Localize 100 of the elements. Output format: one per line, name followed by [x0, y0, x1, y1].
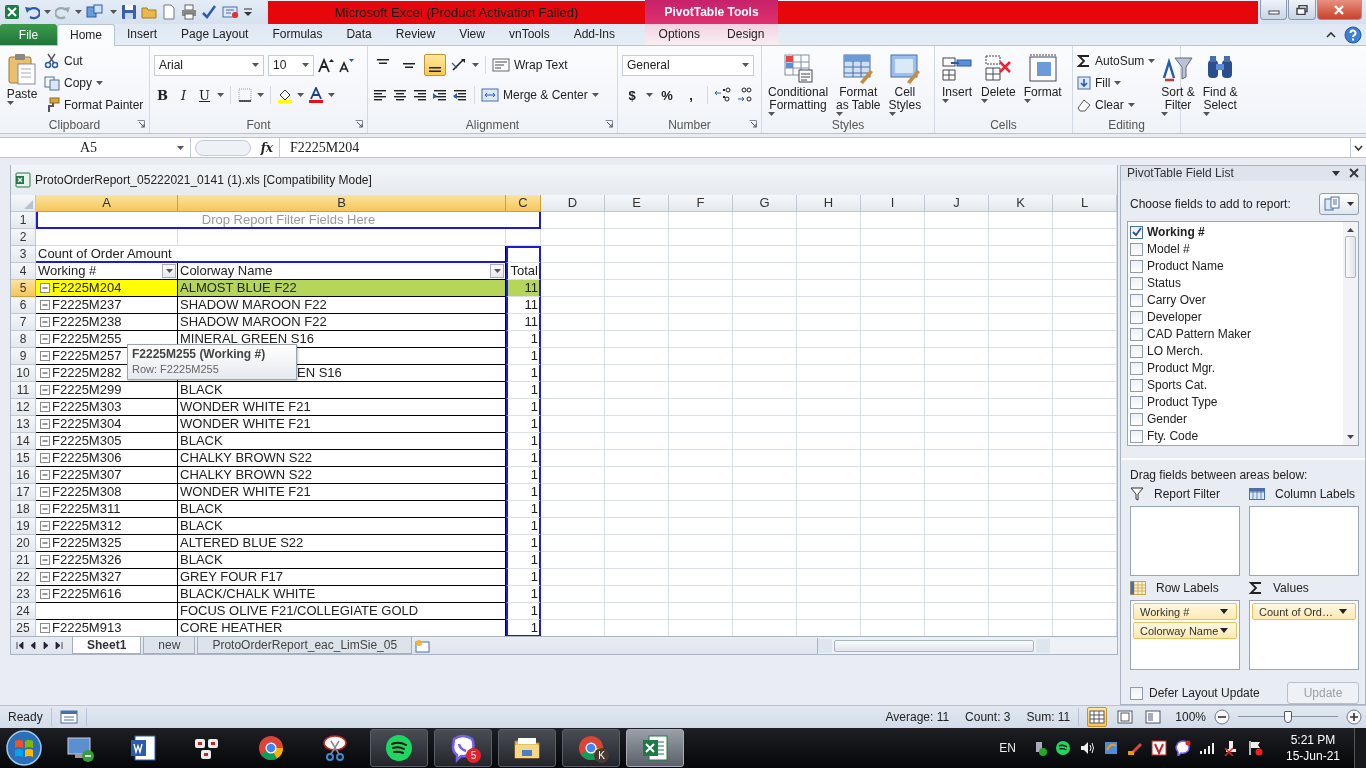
checkbox[interactable] — [1130, 378, 1143, 392]
field-item[interactable]: Carry Over — [1130, 291, 1341, 309]
pane-menu-icon[interactable] — [1331, 169, 1341, 178]
ribbon-button[interactable]: AutoSum — [1077, 52, 1156, 70]
ribbon-tab[interactable]: Formulas — [260, 24, 335, 45]
checkbox[interactable] — [1130, 686, 1143, 700]
name-box[interactable]: A5 — [0, 138, 190, 157]
slider-thumb[interactable] — [1284, 711, 1292, 723]
field-item[interactable]: Fty. Code — [1130, 427, 1341, 445]
ribbon-tab[interactable]: Page Layout — [169, 24, 261, 45]
ribbon-button[interactable]: Wrap Text — [492, 56, 568, 74]
ribbon-button[interactable]: Fill — [1077, 74, 1156, 92]
field-item[interactable]: Model # — [1130, 240, 1341, 258]
ribbon-tab[interactable]: Data — [334, 24, 384, 45]
dialog-launcher-icon[interactable] — [355, 120, 363, 128]
ribbon-button[interactable]: Sort & Filter — [1159, 50, 1197, 116]
drop-area[interactable]: Count of Ord… — [1249, 600, 1359, 670]
taskbar-button[interactable]: K — [562, 729, 620, 767]
view-button[interactable] — [1143, 707, 1164, 727]
fill-color-icon[interactable] — [277, 87, 293, 103]
zoom-level[interactable]: 100% — [1175, 710, 1206, 724]
collapse-icon[interactable] — [40, 571, 50, 582]
checkbox[interactable] — [1130, 293, 1143, 307]
percent-button[interactable]: % — [657, 87, 677, 103]
collapse-icon[interactable] — [40, 401, 50, 412]
view-button[interactable] — [1087, 707, 1108, 727]
restore-button[interactable] — [1288, 0, 1316, 20]
ribbon-tab[interactable]: vnTools — [496, 24, 562, 45]
next-sheet-icon[interactable] — [41, 641, 51, 650]
ribbon-button[interactable]: Merge & Center — [481, 86, 599, 104]
file-tab[interactable]: File — [0, 24, 57, 45]
dialog-launcher-icon[interactable] — [137, 120, 145, 128]
collapse-ribbon-icon[interactable] — [1326, 31, 1336, 38]
grow-font-icon[interactable] — [318, 57, 334, 73]
previous-sheet-icon[interactable] — [28, 641, 38, 650]
collapse-icon[interactable] — [40, 350, 50, 361]
decrease-indent-icon[interactable] — [432, 87, 448, 103]
collapse-icon[interactable] — [40, 537, 50, 548]
ribbon-tab[interactable]: View — [447, 24, 497, 45]
field-item[interactable]: CAD Pattern Maker — [1130, 325, 1341, 343]
dialog-launcher-icon[interactable] — [605, 120, 613, 128]
field-item[interactable]: Product Mgr. — [1130, 359, 1341, 377]
collapse-icon[interactable] — [40, 282, 50, 293]
power-icon[interactable] — [1222, 740, 1239, 756]
scroll-thumb[interactable] — [1345, 235, 1356, 278]
first-sheet-icon[interactable] — [15, 641, 25, 650]
ribbon-button[interactable]: Clear — [1077, 96, 1156, 114]
ribbon-button[interactable]: Cell Styles — [886, 50, 924, 116]
print-icon[interactable] — [181, 4, 197, 20]
ribbon-tab[interactable]: Home — [57, 24, 115, 46]
font-color-icon[interactable] — [308, 87, 324, 103]
align-right-icon[interactable] — [412, 87, 428, 103]
brush-icon[interactable] — [1126, 740, 1143, 756]
align-bottom-button[interactable] — [424, 54, 446, 76]
bold-button[interactable]: B — [154, 87, 171, 103]
checkbox[interactable] — [1130, 310, 1143, 324]
music-app-icon[interactable] — [1054, 740, 1071, 756]
field-item[interactable]: Product Name — [1130, 257, 1341, 275]
shrink-font-icon[interactable] — [338, 57, 354, 73]
close-button[interactable] — [1316, 0, 1362, 20]
checkbox[interactable] — [1130, 259, 1143, 273]
new-document-icon[interactable] — [161, 4, 177, 20]
save-icon[interactable] — [121, 4, 137, 20]
underline-button[interactable]: U — [196, 87, 213, 103]
formula-resize-handle[interactable] — [195, 139, 251, 156]
ribbon-tab[interactable]: Review — [383, 24, 448, 45]
ribbon-button[interactable]: Format — [1021, 50, 1064, 103]
attach-icon[interactable] — [221, 4, 239, 20]
field-item[interactable]: LO Merch. — [1130, 342, 1341, 360]
undo-icon[interactable] — [24, 4, 40, 20]
flag-icon[interactable] — [1246, 740, 1263, 756]
comma-button[interactable]: , — [681, 87, 701, 103]
field-item[interactable]: Sports Cat. — [1130, 376, 1341, 394]
collapse-icon[interactable] — [40, 520, 50, 531]
quick-access-icon[interactable] — [86, 4, 106, 20]
ribbon-button[interactable]: Find & Select — [1200, 50, 1240, 116]
ribbon-button[interactable]: Format Painter — [44, 96, 144, 114]
macro-record-icon[interactable] — [59, 710, 78, 724]
tray-app-icon[interactable] — [1150, 740, 1167, 756]
vertical-scrollbar[interactable] — [1343, 221, 1358, 445]
scroll-up-icon[interactable] — [1347, 227, 1354, 232]
sheet-tab[interactable]: new — [143, 637, 196, 654]
filter-dropdown[interactable] — [162, 263, 176, 278]
chat-app-icon[interactable] — [1174, 740, 1191, 756]
collapse-icon[interactable] — [40, 503, 50, 514]
ribbon-button[interactable]: Insert — [939, 50, 975, 103]
clock[interactable]: 5:21 PM 15-Jun-21 — [1267, 732, 1352, 764]
font-size-field[interactable]: 10 — [268, 54, 314, 76]
field-item[interactable]: Developer — [1130, 308, 1341, 326]
scroll-down-icon[interactable] — [1347, 434, 1354, 439]
collapse-icon[interactable] — [40, 452, 50, 463]
spelling-icon[interactable] — [201, 4, 217, 20]
ribbon-tab[interactable]: Design — [719, 24, 773, 45]
sheet-tab[interactable]: ProtoOrderReport_eac_LimSie_05 — [197, 637, 413, 654]
paste-button[interactable]: Paste — [4, 50, 40, 105]
signal-icon[interactable] — [1198, 740, 1215, 756]
horizontal-scrollbar[interactable] — [817, 637, 1117, 654]
app-icon[interactable] — [4, 4, 20, 20]
zoom-out-icon[interactable] — [1214, 709, 1230, 725]
collapse-icon[interactable] — [40, 622, 50, 633]
